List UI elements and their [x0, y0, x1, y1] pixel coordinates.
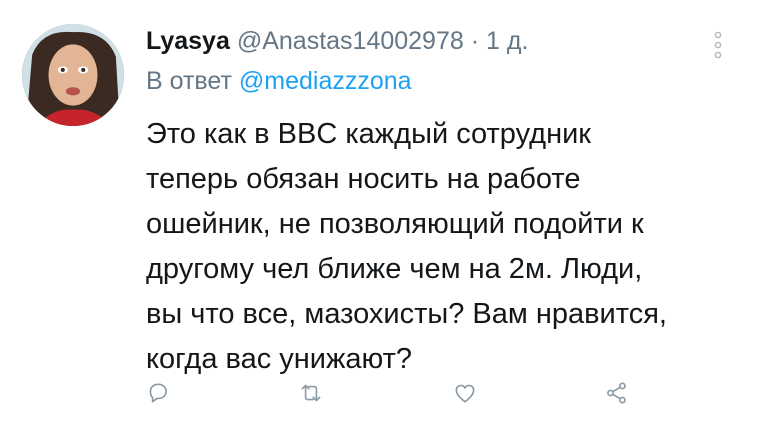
reply-button[interactable] [143, 378, 173, 408]
tweet-text-line: ошейник, не позволяющий подойти к [146, 208, 644, 240]
tweet-text: Это как в BBC каждый сотрудник теперь об… [146, 112, 746, 382]
more-options-icon[interactable] [712, 30, 724, 60]
retweet-icon [301, 384, 321, 402]
heart-icon [455, 384, 475, 403]
reply-context: В ответ @mediazzzona [146, 64, 412, 98]
user-handle[interactable]: @Anastas14002978 [237, 27, 464, 55]
tweet-text-line: теперь обязан носить на работе [146, 163, 581, 195]
reply-prefix: В ответ [146, 67, 232, 95]
header-separator: · [470, 27, 480, 55]
reply-mention-link[interactable]: @mediazzzona [239, 67, 412, 95]
share-button[interactable] [602, 378, 632, 408]
retweet-button[interactable] [296, 378, 326, 408]
avatar[interactable] [22, 24, 124, 126]
tweet-text-line: вы что все, мазохисты? Вам нравится, [146, 298, 667, 330]
tweet-text-line: когда вас унижают? [146, 343, 413, 375]
tweet-actions [0, 378, 760, 418]
tweet-text-line: другому чел ближе чем на 2м. Люди, [146, 253, 643, 285]
display-name[interactable]: Lyasya [146, 27, 230, 55]
tweet-text-line: Это как в BBC каждый сотрудник [146, 118, 591, 150]
tweet-time[interactable]: 1 д. [486, 27, 528, 55]
speech-bubble-icon [149, 383, 167, 403]
avatar-image [22, 24, 124, 126]
like-button[interactable] [450, 378, 480, 408]
tweet-header: Lyasya @Anastas14002978 · 1 д. [146, 24, 528, 58]
share-icon [607, 382, 626, 404]
tweet[interactable]: Lyasya @Anastas14002978 · 1 д. В ответ @… [0, 0, 760, 434]
